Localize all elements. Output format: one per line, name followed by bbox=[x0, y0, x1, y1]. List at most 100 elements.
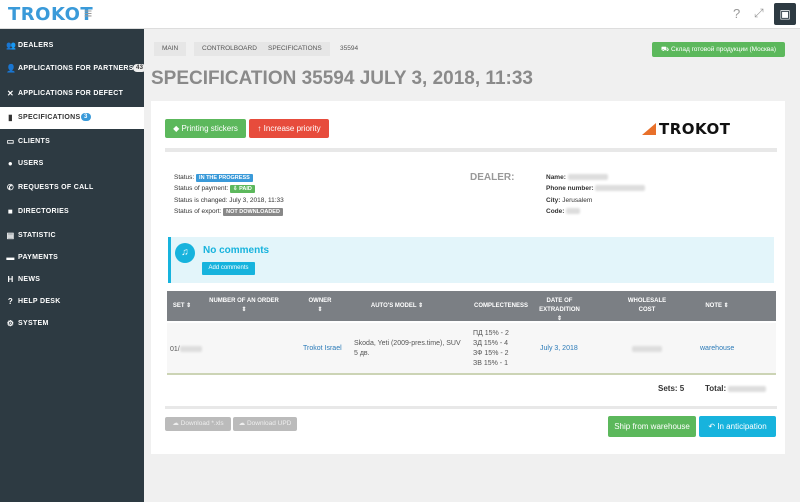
redacted-value bbox=[566, 208, 581, 215]
page-title: SPECIFICATION 35594 JULY 3, 2018, 11:33 bbox=[151, 68, 533, 89]
sidebar-item-label: APPLICATIONS FOR DEFECT bbox=[18, 90, 124, 97]
col-model[interactable]: AUTO'S MODEL ⇕ bbox=[357, 302, 437, 311]
cell-wholesale bbox=[632, 345, 662, 355]
download-xls-button[interactable]: ☁ Download *.xls bbox=[165, 417, 231, 431]
cell-model: Skoda, Yeti (2009-pres.time), SUV 5 дв. bbox=[354, 340, 461, 357]
col-note[interactable]: NOTE ⇕ bbox=[702, 302, 732, 311]
dealer-city-row: City: Jerusalem bbox=[546, 197, 593, 204]
cell-set: 01/ bbox=[170, 345, 202, 355]
breadcrumb-specifications[interactable]: SPECIFICATIONS bbox=[260, 42, 330, 56]
dealer-phone-row: Phone number: bbox=[546, 185, 646, 192]
gears-icon: ⚙ bbox=[6, 319, 15, 328]
sidebar-item-label: REQUESTS OF CALL bbox=[18, 184, 94, 191]
comments-box bbox=[168, 237, 774, 283]
status-row: Status: IN THE PROGRESS bbox=[174, 174, 253, 182]
sidebar: 👥 DEALERS 👤 APPLICATIONS FOR PARTNERSHIP 43 ✕… bbox=[0, 29, 147, 502]
phone-icon: ✆ bbox=[6, 183, 14, 192]
question-icon: ? bbox=[7, 297, 14, 306]
col-owner[interactable]: OWNER ⇕ bbox=[305, 297, 335, 315]
col-date[interactable]: DATE OF EXTRADITION ⇕ bbox=[537, 297, 582, 324]
col-wholesale: WHOLESALE COST bbox=[627, 298, 667, 313]
sidebar-item-help-desk[interactable]: ? HELP DESK bbox=[0, 291, 144, 313]
breadcrumb-controlboard[interactable]: CONTROLBOARD bbox=[194, 42, 265, 56]
top-bar: TROKOT ≡ ? ⤢ ▣ bbox=[0, 0, 800, 29]
sidebar-item-requests-of-call[interactable]: ✆ REQUESTS OF CALL bbox=[0, 177, 144, 199]
warehouse-icon: ⛟ bbox=[660, 46, 671, 53]
export-badge: NOT DOWNLOADED bbox=[223, 208, 283, 216]
sidebar-item-label: NEWS bbox=[18, 276, 41, 283]
help-icon[interactable]: ? bbox=[733, 6, 740, 21]
divider bbox=[165, 148, 777, 152]
sidebar-item-label: APPLICATIONS FOR PARTNERSHIP bbox=[18, 65, 147, 72]
sidebar-item-statistic[interactable]: ▤ STATISTIC bbox=[0, 225, 144, 247]
cloud-icon: ☁ bbox=[238, 420, 247, 427]
cloud-icon: ☁ bbox=[172, 420, 181, 427]
sidebar-item-label: DEALERS bbox=[18, 42, 54, 49]
sidebar-item-users[interactable]: ● USERS bbox=[0, 153, 144, 175]
redacted-value bbox=[567, 174, 608, 181]
sidebar-item-label: HELP DESK bbox=[18, 298, 61, 305]
grand-total: Total: bbox=[705, 384, 767, 393]
divider bbox=[165, 406, 777, 409]
breadcrumb-main[interactable]: MAIN bbox=[154, 42, 187, 56]
user-add-icon: 👤 bbox=[6, 64, 17, 73]
sidebar-item-label: USERS bbox=[18, 160, 44, 167]
cell-note-link[interactable]: warehouse bbox=[700, 344, 734, 354]
ship-from-warehouse-button[interactable]: Ship from warehouse bbox=[608, 416, 696, 437]
sidebar-item-news[interactable]: H NEWS bbox=[0, 269, 144, 291]
user-icon: ● bbox=[7, 159, 14, 168]
expand-icon[interactable]: ⤢ bbox=[754, 6, 764, 21]
dealer-name-row: Name: bbox=[546, 174, 608, 181]
brand-logo: TROKOT bbox=[659, 120, 731, 138]
sidebar-item-label: CLIENTS bbox=[18, 138, 51, 145]
card-icon: ▬ bbox=[6, 253, 15, 262]
sidebar-item-payments[interactable]: ▬ PAYMENTS bbox=[0, 247, 144, 269]
sidebar-item-label: SYSTEM bbox=[18, 320, 49, 327]
app-logo[interactable]: TROKOT bbox=[8, 4, 93, 25]
redacted-value bbox=[728, 385, 767, 392]
news-icon: H bbox=[7, 275, 14, 284]
undo-icon: ↶ bbox=[708, 422, 718, 431]
users-icon: 👥 bbox=[6, 41, 17, 50]
warehouse-button[interactable]: ⛟ Склад готовой продукции (Москва) bbox=[652, 42, 785, 57]
sidebar-item-applications-for-partnership[interactable]: 👤 APPLICATIONS FOR PARTNERSHIP 43 bbox=[0, 58, 147, 80]
document-icon: ▮ bbox=[8, 113, 13, 122]
bell-icon: ♫ bbox=[175, 243, 195, 263]
sidebar-item-label: STATISTIC bbox=[18, 232, 56, 239]
dealer-code-row: Code: bbox=[546, 208, 581, 215]
brand-logo-icon bbox=[642, 123, 656, 135]
redacted-value bbox=[632, 346, 662, 353]
sidebar-item-dealers[interactable]: 👥 DEALERS bbox=[0, 35, 144, 57]
sidebar-item-applications-for-defect[interactable]: ✕ APPLICATIONS FOR DEFECT bbox=[0, 83, 144, 105]
panel-toggle-icon[interactable]: ▣ bbox=[774, 3, 796, 25]
cell-owner-link[interactable]: Trokot Israel bbox=[303, 344, 342, 354]
close-icon: ✕ bbox=[6, 89, 14, 98]
col-set[interactable]: SET ⇕ bbox=[171, 302, 193, 311]
sidebar-item-directories[interactable]: ■ DIRECTORIES bbox=[0, 201, 144, 223]
sidebar-item-clients[interactable]: ▭ CLIENTS bbox=[0, 131, 144, 153]
print-stickers-button[interactable]: ◆ Printing stickers bbox=[165, 119, 246, 138]
folder-icon: ■ bbox=[7, 207, 14, 216]
chart-icon: ▤ bbox=[6, 231, 15, 240]
table-row[interactable] bbox=[167, 323, 776, 373]
row-divider bbox=[167, 373, 776, 375]
sidebar-item-label: SPECIFICATIONS bbox=[18, 114, 81, 121]
increase-priority-button[interactable]: ↑ Increase priority bbox=[249, 119, 329, 138]
count-badge: 3 bbox=[81, 113, 91, 121]
col-order-number[interactable]: NUMBER OF AN ORDER ⇕ bbox=[209, 297, 279, 315]
add-comments-button[interactable]: Add comments bbox=[202, 262, 255, 275]
in-anticipation-button[interactable]: ↶ In anticipation bbox=[699, 416, 776, 437]
sets-total: Sets: 5 bbox=[658, 384, 685, 393]
redacted-value bbox=[595, 185, 646, 192]
no-comments-text: No comments bbox=[203, 245, 270, 256]
sidebar-item-system[interactable]: ⚙ SYSTEM bbox=[0, 313, 144, 335]
hamburger-icon[interactable]: ≡ bbox=[84, 5, 92, 21]
download-upd-button[interactable]: ☁ Download UPD bbox=[233, 417, 297, 431]
sidebar-item-specifications[interactable]: ▮ SPECIFICATIONS 3 bbox=[0, 107, 144, 129]
sidebar-item-label: DIRECTORIES bbox=[18, 208, 70, 215]
cell-date-link[interactable]: July 3, 2018 bbox=[540, 344, 578, 354]
cell-completeness: ПД 15% - 2 ЗД 15% - 4 ЗФ 15% - 2 ЗВ 15% … bbox=[473, 330, 509, 367]
id-card-icon: ▭ bbox=[6, 137, 15, 146]
redacted-value bbox=[179, 346, 202, 353]
dealer-heading: DEALER: bbox=[470, 172, 515, 183]
